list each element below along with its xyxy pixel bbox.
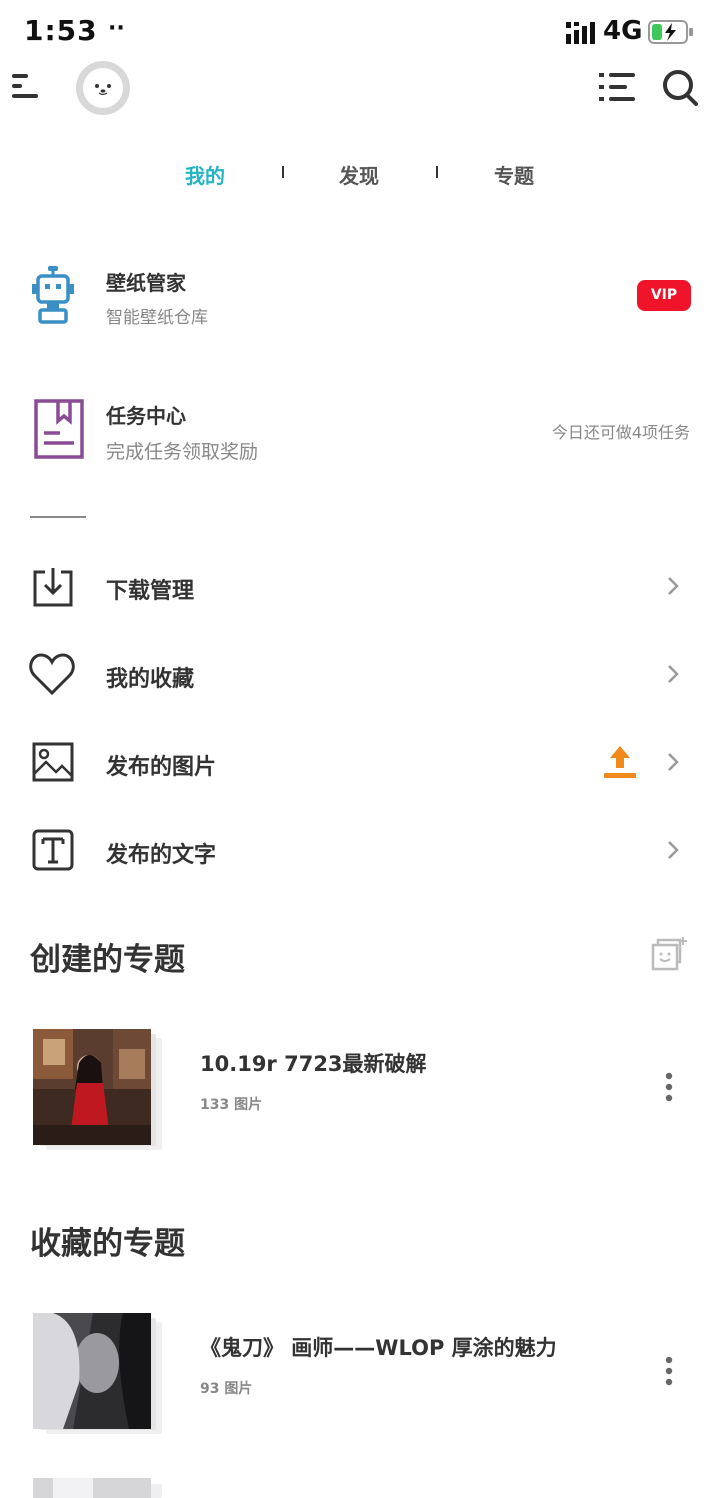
- created-topics-title: 创建的专题: [30, 942, 185, 978]
- vip-badge[interactable]: VIP: [637, 280, 691, 311]
- search-icon[interactable]: [661, 67, 699, 107]
- wallpaper-manager-subtitle: 智能壁纸仓库: [106, 308, 208, 328]
- network-type: 4G: [603, 16, 643, 46]
- topic-thumbnail: [33, 1313, 151, 1429]
- divider: [30, 516, 86, 518]
- topic-title: 《鬼刀》 画师——WLOP 厚涂的魅力: [200, 1336, 557, 1360]
- list-icon[interactable]: [597, 70, 637, 104]
- topic-thumbnail: [33, 1029, 151, 1145]
- topic-thumbnail: [33, 1478, 151, 1498]
- tab-mine[interactable]: 我的: [185, 160, 225, 189]
- signal-icon: [566, 22, 595, 44]
- thumbnail-image: [33, 1029, 151, 1145]
- thumbnail-image: [33, 1313, 151, 1429]
- chevron-right-icon: [668, 753, 679, 771]
- download-icon: [33, 568, 73, 607]
- chevron-right-icon: [668, 665, 679, 683]
- menu-label-published-images: 发布的图片: [106, 755, 217, 780]
- more-icon[interactable]: [664, 1072, 674, 1102]
- wallpaper-manager-title: 壁纸管家: [106, 271, 186, 295]
- task-center-subtitle: 完成任务领取奖励: [106, 441, 259, 463]
- task-center-title: 任务中心: [106, 404, 186, 428]
- task-book-icon: [34, 399, 84, 459]
- task-center-hint: 今日还可做4项任务: [551, 423, 690, 442]
- tab-topics[interactable]: 专题: [494, 160, 534, 189]
- status-time: 1:53: [24, 14, 98, 47]
- tab-separator: [282, 166, 284, 178]
- image-icon: [32, 742, 74, 782]
- robot-icon: [32, 266, 74, 324]
- add-topic-icon[interactable]: [650, 936, 688, 972]
- menu-label-favorites: 我的收藏: [106, 667, 195, 692]
- menu-label-published-text: 发布的文字: [106, 843, 217, 868]
- topic-title: 10.19r 7723最新破解: [200, 1052, 427, 1076]
- seal-avatar-icon: [95, 84, 111, 96]
- topic-count: 133 图片: [200, 1097, 263, 1113]
- menu-label-downloads: 下载管理: [106, 579, 195, 604]
- chevron-right-icon: [668, 577, 679, 595]
- upload-icon[interactable]: [602, 744, 638, 780]
- menu-icon[interactable]: [10, 70, 46, 102]
- favorite-topics-title: 收藏的专题: [30, 1226, 185, 1262]
- battery-icon: [648, 20, 693, 44]
- chevron-right-icon: [668, 841, 679, 859]
- more-icon[interactable]: [664, 1356, 674, 1386]
- topic-count: 93 图片: [200, 1381, 253, 1397]
- tab-separator: [436, 166, 438, 178]
- tab-discover[interactable]: 发现: [339, 160, 379, 189]
- status-notification-dots: ··: [108, 16, 125, 41]
- avatar[interactable]: [76, 61, 130, 115]
- heart-icon: [29, 653, 75, 696]
- text-icon: [32, 829, 74, 871]
